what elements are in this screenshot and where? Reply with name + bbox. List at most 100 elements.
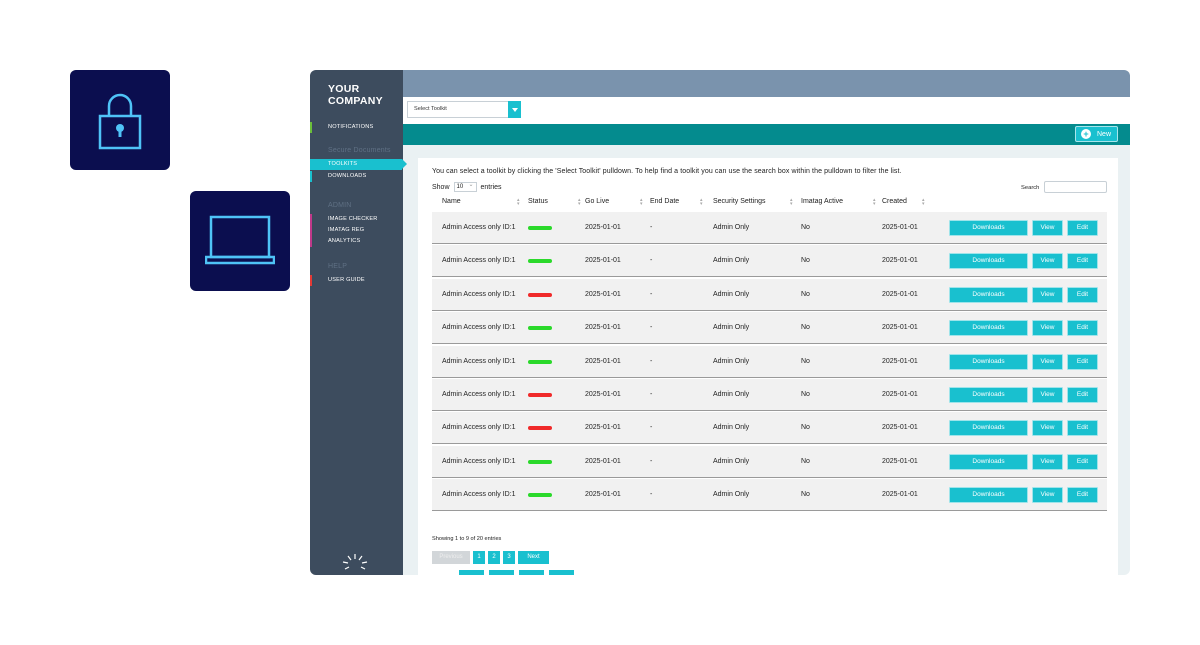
- secure-documents-heading: Secure Documents: [328, 147, 391, 154]
- page-3-button[interactable]: 3: [503, 551, 515, 564]
- cell-security: Admin Only: [713, 290, 750, 298]
- chevron-down-icon[interactable]: [508, 101, 521, 118]
- sort-icon[interactable]: ▴ ▾: [640, 198, 643, 207]
- edit-button[interactable]: Edit: [1067, 387, 1098, 403]
- edit-button[interactable]: Edit: [1067, 286, 1098, 303]
- sidebar-item-notifications[interactable]: NOTIFICATIONS: [310, 122, 403, 133]
- sidebar-item-image-checker[interactable]: IMAGE CHECKER: [310, 214, 403, 225]
- column-header-imatag-active[interactable]: Imatag Active: [801, 198, 843, 205]
- next-button[interactable]: Next: [518, 551, 549, 564]
- sidebar: YOUR COMPANY NOTIFICATIONS Secure Docume…: [310, 70, 407, 575]
- cell-security: Admin Only: [713, 457, 750, 465]
- downloads-button[interactable]: Downloads: [949, 387, 1028, 403]
- toolkits-panel: You can select a toolkit by clicking the…: [418, 158, 1118, 575]
- sort-icon[interactable]: ▴ ▾: [578, 198, 581, 207]
- company-logo[interactable]: YOUR COMPANY: [328, 83, 383, 107]
- search-label: Search: [1021, 185, 1040, 191]
- view-button[interactable]: View: [1032, 387, 1063, 403]
- view-button[interactable]: View: [1032, 353, 1063, 370]
- column-header-go-live[interactable]: Go Live: [585, 198, 609, 205]
- sidebar-item-imatag-reg[interactable]: IMATAG REG: [310, 225, 403, 236]
- cell-end-date: -: [650, 257, 653, 265]
- page-2-button[interactable]: 2: [488, 551, 500, 564]
- cell-go-live: 2025-01-01: [585, 491, 621, 499]
- view-button[interactable]: View: [1032, 220, 1063, 236]
- page-1-button[interactable]: 1: [473, 551, 485, 564]
- downloads-button[interactable]: Downloads: [949, 220, 1028, 236]
- view-button[interactable]: View: [1032, 453, 1063, 470]
- sort-icon[interactable]: ▴ ▾: [922, 198, 925, 207]
- column-header-security-settings[interactable]: Security Settings: [713, 198, 766, 205]
- logo-line-2: COMPANY: [328, 95, 383, 107]
- padlock-icon: [98, 93, 142, 150]
- edit-button[interactable]: Edit: [1067, 220, 1098, 236]
- edit-button[interactable]: Edit: [1067, 487, 1098, 504]
- search-input[interactable]: [1044, 181, 1107, 193]
- export-button-1[interactable]: [459, 570, 484, 575]
- cell-name: Admin Access only ID:1: [442, 391, 516, 398]
- cell-imatag: No: [801, 224, 810, 231]
- help-heading: HELP: [328, 263, 348, 270]
- column-header-created[interactable]: Created: [882, 198, 907, 205]
- downloads-button[interactable]: Downloads: [949, 420, 1028, 437]
- sidebar-item-analytics[interactable]: ANALYTICS: [310, 236, 403, 247]
- export-button-4[interactable]: [549, 570, 574, 575]
- cell-imatag: No: [801, 391, 810, 398]
- edit-button[interactable]: Edit: [1067, 253, 1098, 270]
- cell-created: 2025-01-01: [882, 324, 918, 332]
- cell-created: 2025-01-01: [882, 491, 918, 499]
- downloads-button[interactable]: Downloads: [949, 320, 1028, 337]
- export-button-3[interactable]: [519, 570, 544, 575]
- edit-button[interactable]: Edit: [1067, 453, 1098, 470]
- sort-icon[interactable]: ▴ ▾: [700, 198, 703, 207]
- cell-end-date: -: [650, 324, 653, 332]
- pagination: Previous 1 2 3 Next: [432, 551, 549, 564]
- table-row: Admin Access only ID:1 2025-01-01 - Admin O…: [432, 212, 1107, 244]
- downloads-button[interactable]: Downloads: [949, 487, 1028, 504]
- downloads-button[interactable]: Downloads: [949, 253, 1028, 270]
- toolkit-select[interactable]: Select Toolkit: [407, 101, 521, 118]
- downloads-button[interactable]: Downloads: [949, 353, 1028, 370]
- sidebar-item-toolkits[interactable]: TOOLKITS: [310, 159, 407, 170]
- view-button[interactable]: View: [1032, 253, 1063, 270]
- view-button[interactable]: View: [1032, 487, 1063, 504]
- view-button[interactable]: View: [1032, 420, 1063, 437]
- app-window: YOUR COMPANY NOTIFICATIONS Secure Docume…: [310, 70, 1130, 575]
- export-button-2[interactable]: [489, 570, 514, 575]
- export-row: [432, 570, 574, 575]
- sidebar-item-user-guide[interactable]: USER GUIDE: [310, 275, 403, 286]
- new-button[interactable]: + New: [1075, 126, 1118, 142]
- downloads-button[interactable]: Downloads: [949, 286, 1028, 303]
- column-header-status[interactable]: Status: [528, 198, 548, 205]
- sort-icon[interactable]: ▴ ▾: [790, 198, 793, 207]
- view-button[interactable]: View: [1032, 320, 1063, 337]
- previous-button[interactable]: Previous: [432, 551, 470, 564]
- cell-end-date: -: [650, 457, 653, 465]
- cell-name: Admin Access only ID:1: [442, 357, 516, 365]
- column-header-end-date[interactable]: End Date: [650, 198, 679, 205]
- edit-button[interactable]: Edit: [1067, 353, 1098, 370]
- cell-name: Admin Access only ID:1: [442, 491, 516, 499]
- cell-go-live: 2025-01-01: [585, 391, 621, 398]
- sidebar-item-downloads[interactable]: DOWNLOADS: [310, 171, 403, 182]
- cell-security: Admin Only: [713, 424, 750, 432]
- entries-select[interactable]: 10: [453, 181, 477, 192]
- edit-button[interactable]: Edit: [1067, 320, 1098, 337]
- sort-icon[interactable]: ▴ ▾: [517, 198, 520, 207]
- table-row: Admin Access only ID:1 2025-01-01 - Admin O…: [432, 278, 1107, 311]
- admin-heading: ADMIN: [328, 202, 352, 209]
- downloads-button[interactable]: Downloads: [949, 453, 1028, 470]
- table-row: Admin Access only ID:1 2025-01-01 - Admin O…: [432, 345, 1107, 378]
- view-button[interactable]: View: [1032, 286, 1063, 303]
- cell-security: Admin Only: [713, 491, 750, 499]
- status-indicator: [528, 326, 552, 331]
- cell-go-live: 2025-01-01: [585, 424, 621, 432]
- sort-icon[interactable]: ▴ ▾: [873, 198, 876, 207]
- column-header-name[interactable]: Name: [442, 198, 461, 205]
- laptop-icon: [205, 215, 275, 265]
- cell-created: 2025-01-01: [882, 290, 918, 298]
- table-row: Admin Access only ID:1 2025-01-01 - Admin O…: [432, 379, 1107, 411]
- top-header-bar: [403, 70, 1130, 97]
- edit-button[interactable]: Edit: [1067, 420, 1098, 437]
- cell-go-live: 2025-01-01: [585, 324, 621, 332]
